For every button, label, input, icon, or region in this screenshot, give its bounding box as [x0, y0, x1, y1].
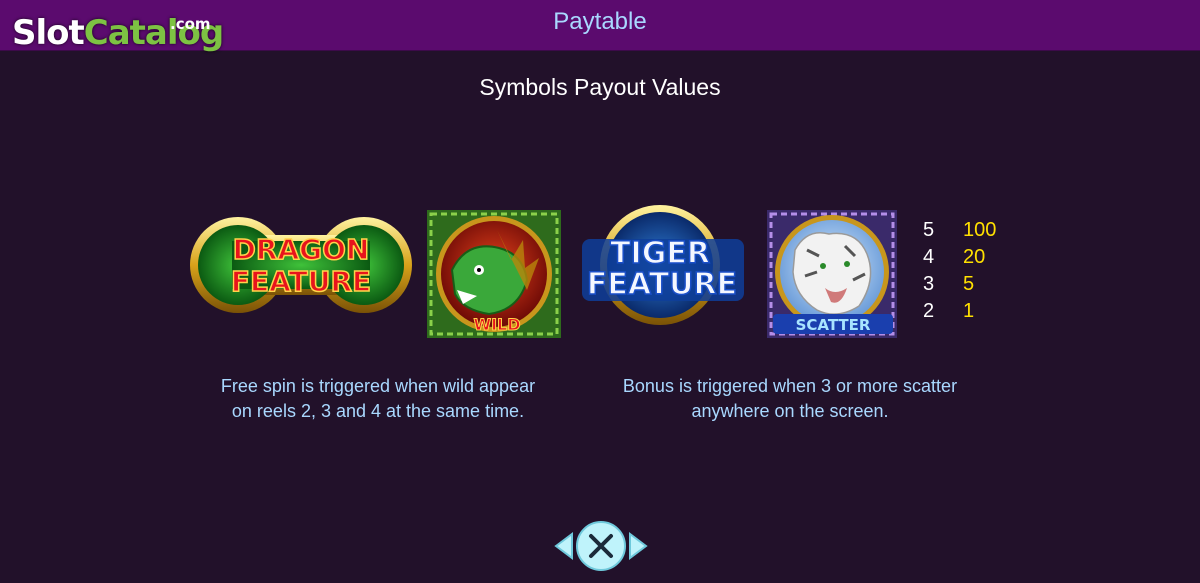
dragon-wild-icon: WILD: [427, 210, 561, 338]
section-title: Symbols Payout Values: [479, 74, 721, 100]
payout-count: 2: [923, 300, 935, 322]
white-tiger-scatter-icon: SCATTER: [767, 210, 897, 338]
svg-text:FEATURE: FEATURE: [587, 267, 737, 302]
payout-row: 3 5: [923, 273, 1043, 299]
wild-description: Free spin is triggered when wild appear …: [178, 374, 578, 424]
scatter-description: Bonus is triggered when 3 or more scatte…: [590, 374, 990, 424]
wild-description-line: Free spin is triggered when wild appear: [220, 376, 536, 396]
payout-count: 3: [923, 273, 935, 295]
close-icon[interactable]: [576, 521, 626, 571]
svg-text:SCATTER: SCATTER: [796, 316, 871, 334]
payout-amount: 1: [963, 300, 975, 322]
prev-arrow-icon[interactable]: [554, 532, 573, 560]
tiger-feature-symbol: TIGER FEATURE: [580, 203, 746, 327]
dragon-feature-icon: DRAGON FEATURE: [190, 217, 412, 313]
wild-description-line: on reels 2, 3 and 4 at the same time.: [231, 401, 525, 421]
payout-row: 4 20: [923, 246, 1043, 272]
next-arrow-icon[interactable]: [629, 532, 648, 560]
tiger-feature-icon: TIGER FEATURE: [582, 205, 744, 325]
scatter-symbol: SCATTER: [767, 210, 897, 338]
payout-count: 4: [923, 246, 935, 268]
payout-amount: 100: [963, 219, 997, 241]
wild-symbol: WILD: [427, 210, 561, 338]
dragon-feature-symbol: DRAGON FEATURE: [188, 215, 414, 315]
logo-slot-text: Slot: [12, 13, 85, 53]
slotcatalog-logo: SlotCatalog .com: [12, 13, 224, 53]
payout-amount: 20: [963, 246, 986, 268]
logo-dotcom-text: .com: [170, 15, 211, 33]
scatter-description-line: Bonus is triggered when 3 or more scatte…: [622, 376, 958, 396]
paytable-navigation: [552, 520, 650, 572]
svg-text:TIGER: TIGER: [610, 236, 710, 271]
svg-text:FEATURE: FEATURE: [231, 265, 371, 298]
svg-text:DRAGON: DRAGON: [233, 233, 370, 266]
scatter-description-line: anywhere on the screen.: [691, 401, 889, 421]
payout-amount: 5: [963, 273, 975, 295]
payout-row: 5 100: [923, 219, 1043, 245]
payout-row: 2 1: [923, 300, 1043, 326]
payout-count: 5: [923, 219, 935, 241]
svg-text:WILD: WILD: [473, 315, 520, 334]
